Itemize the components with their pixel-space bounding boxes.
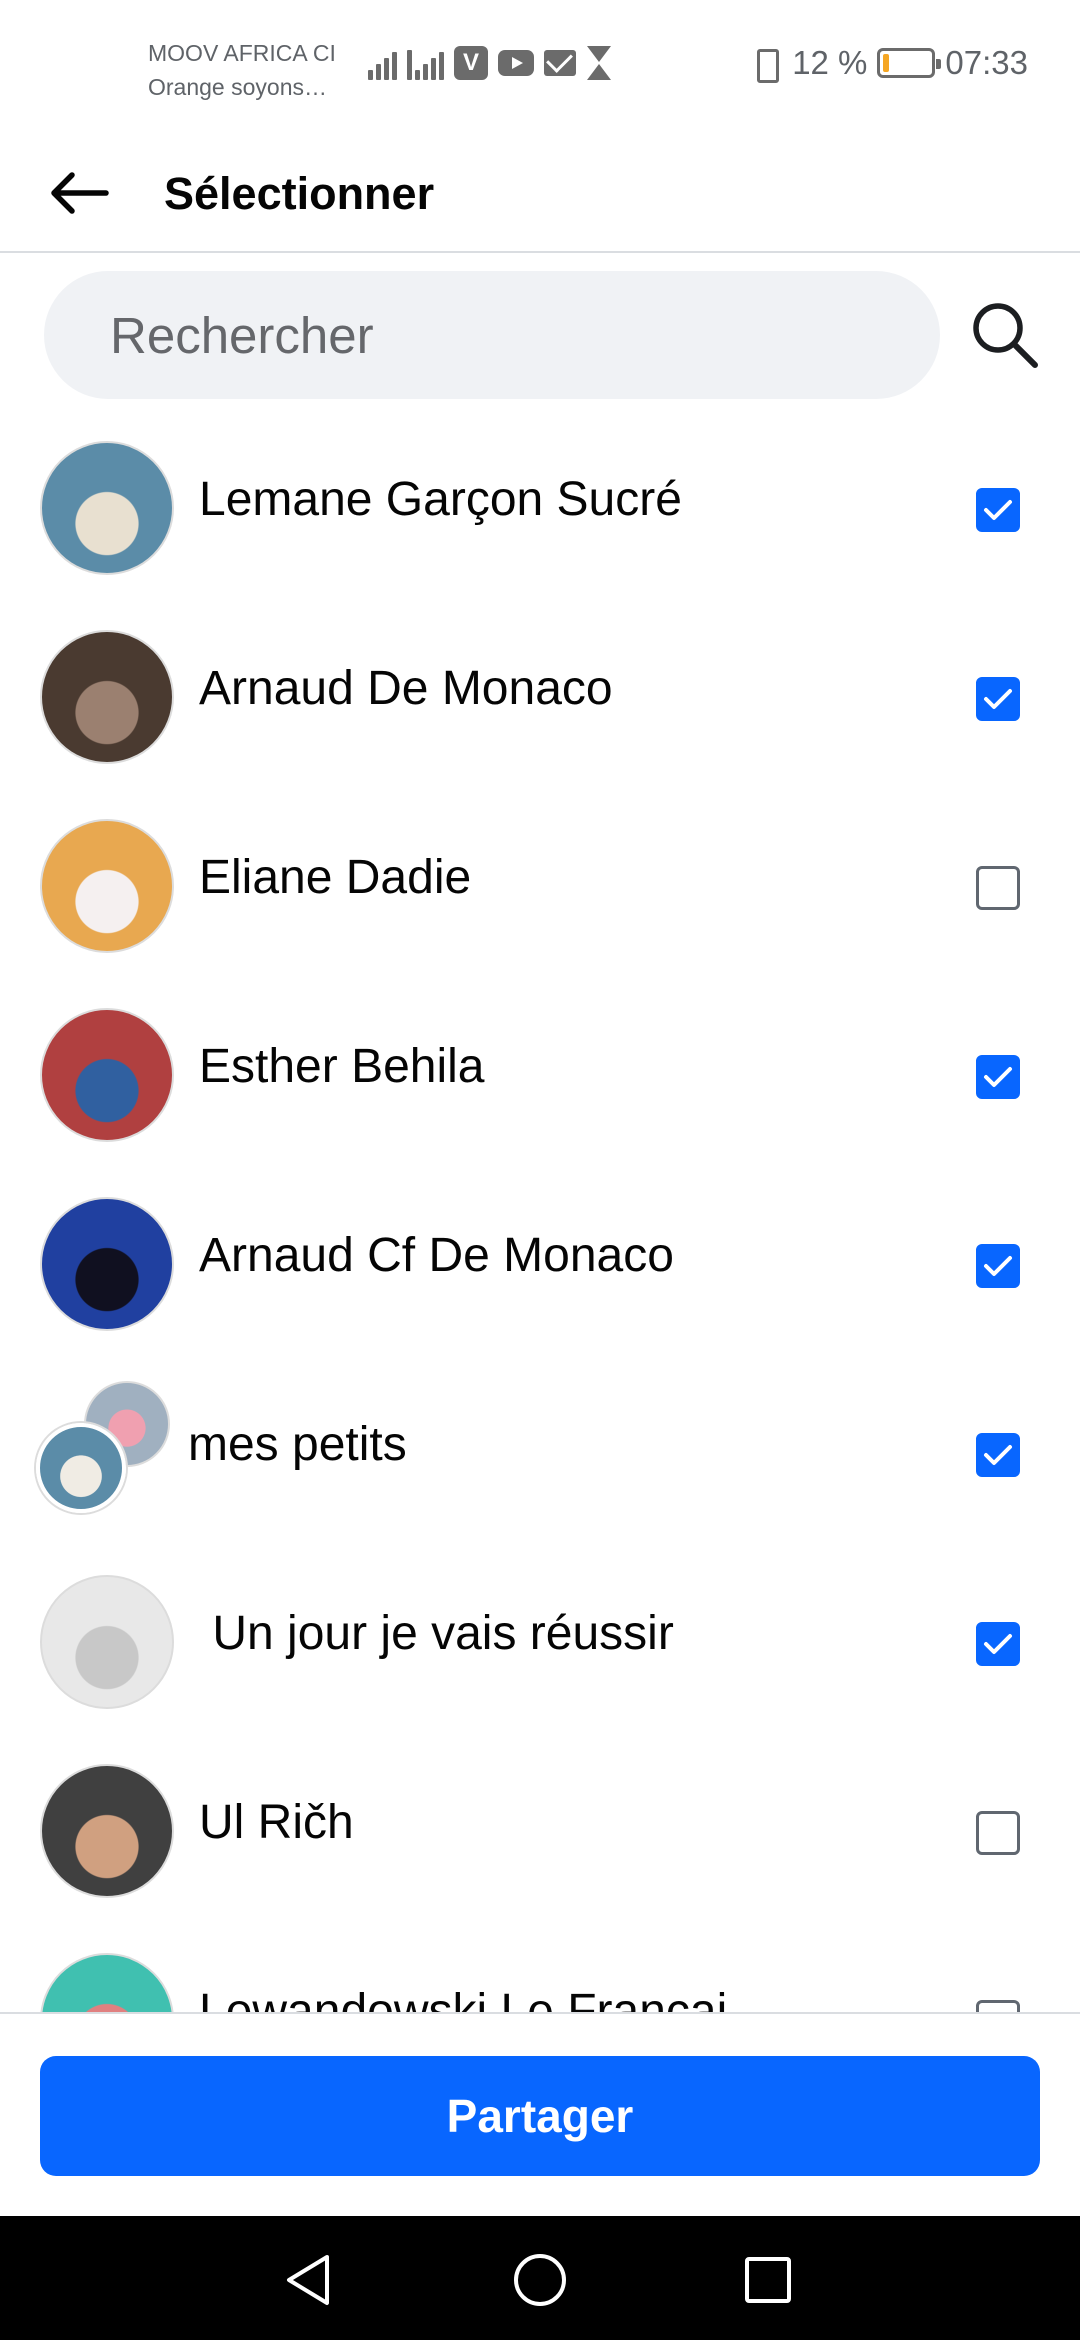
share-button[interactable]: Partager — [40, 2056, 1040, 2176]
carrier-primary: MOOV AFRICA CI — [148, 40, 336, 66]
avatar — [40, 1953, 174, 2012]
checkmark-icon — [984, 1067, 1012, 1087]
nav-back-triangle-icon — [287, 2255, 329, 2305]
battery-icon — [877, 48, 942, 78]
app-header: Sélectionner — [0, 135, 1080, 253]
avatar — [40, 1575, 174, 1709]
notification-icons: V — [368, 46, 612, 80]
avatar — [36, 1423, 126, 1513]
contact-row[interactable]: mes petits — [0, 1359, 1080, 1548]
select-checkbox[interactable] — [976, 1622, 1020, 1666]
contact-list[interactable]: Lemane Garçon Sucré Arnaud De Monaco Elian… — [0, 414, 1080, 2012]
contact-name: Esther Behila — [199, 1040, 485, 1093]
avatar — [40, 1764, 174, 1898]
contact-row[interactable]: Arnaud De Monaco — [0, 603, 1080, 792]
contact-row[interactable]: Un jour je vais réussir — [0, 1548, 1080, 1737]
select-checkbox[interactable] — [976, 1055, 1020, 1099]
avatar — [40, 1197, 174, 1331]
status-right: 12 % 07:33 — [748, 44, 1028, 83]
back-button[interactable] — [38, 151, 122, 235]
youtube-icon — [498, 50, 534, 76]
select-checkbox[interactable] — [976, 866, 1020, 910]
system-nav-bar — [0, 2216, 1080, 2340]
checkmark-icon — [984, 1634, 1012, 1654]
battery-fill — [883, 54, 889, 72]
checkmark-icon — [984, 689, 1012, 709]
arrow-left-icon — [51, 172, 109, 214]
contact-name: Eliane Dadie — [199, 851, 472, 904]
select-checkbox[interactable] — [976, 1433, 1020, 1477]
hplus-signal-icon — [407, 46, 444, 80]
contact-row[interactable]: Lemane Garçon Sucré — [0, 414, 1080, 603]
search-button[interactable] — [960, 290, 1050, 380]
app-v-icon: V — [454, 46, 488, 80]
hourglass-icon — [586, 46, 612, 80]
avatar — [40, 630, 174, 764]
select-checkbox[interactable] — [976, 677, 1020, 721]
gmail-icon — [544, 50, 576, 76]
avatar — [40, 1008, 174, 1142]
contact-name: Arnaud Cf De Monaco — [199, 1229, 674, 1282]
checkmark-icon — [984, 500, 1012, 520]
contact-row[interactable]: Arnaud Cf De Monaco — [0, 1170, 1080, 1359]
contact-name: Lemane Garçon Sucré — [199, 473, 682, 526]
contact-row[interactable]: Esther Behila — [0, 981, 1080, 1170]
avatar — [40, 441, 174, 575]
clock: 07:33 — [945, 44, 1028, 81]
page-title: Sélectionner — [164, 168, 435, 219]
status-bar: MOOV AFRICA CI Orange soyons… V 12 % 07:… — [0, 0, 1080, 135]
contact-name: Arnaud De Monaco — [199, 662, 613, 715]
carrier-secondary: Orange soyons… — [148, 74, 327, 100]
avatar — [40, 819, 174, 953]
vibrate-icon — [748, 46, 782, 83]
search-icon — [973, 303, 1038, 368]
nav-recents-button[interactable] — [728, 2240, 808, 2320]
select-checkbox[interactable] — [976, 488, 1020, 532]
contact-name: Lewandowski Le Francai — [199, 1985, 728, 2012]
checkmark-icon — [984, 1256, 1012, 1276]
carrier-info: MOOV AFRICA CI Orange soyons… — [148, 36, 336, 104]
battery-percent: 12 % — [792, 44, 868, 81]
contact-name: Un jour je vais réussir — [199, 1607, 674, 1660]
select-checkbox[interactable] — [976, 1811, 1020, 1855]
group-avatar — [36, 1381, 176, 1521]
nav-back-button[interactable] — [268, 2240, 348, 2320]
share-bar: Partager — [0, 2012, 1080, 2216]
nav-home-button[interactable] — [500, 2240, 580, 2320]
signal-icon — [368, 46, 397, 80]
contact-row[interactable]: Eliane Dadie — [0, 792, 1080, 981]
nav-home-circle-icon — [514, 2254, 566, 2306]
select-checkbox[interactable] — [976, 1244, 1020, 1288]
contact-name: mes petits — [188, 1418, 407, 1471]
contact-name: Ul Ričh — [199, 1796, 354, 1849]
select-checkbox[interactable] — [976, 2000, 1020, 2012]
search-input[interactable] — [44, 271, 940, 399]
contact-row[interactable]: Ul Ričh — [0, 1737, 1080, 1926]
contact-row[interactable]: Lewandowski Le Francai — [0, 1926, 1080, 2012]
checkmark-icon — [984, 1445, 1012, 1465]
nav-recents-square-icon — [745, 2257, 791, 2303]
